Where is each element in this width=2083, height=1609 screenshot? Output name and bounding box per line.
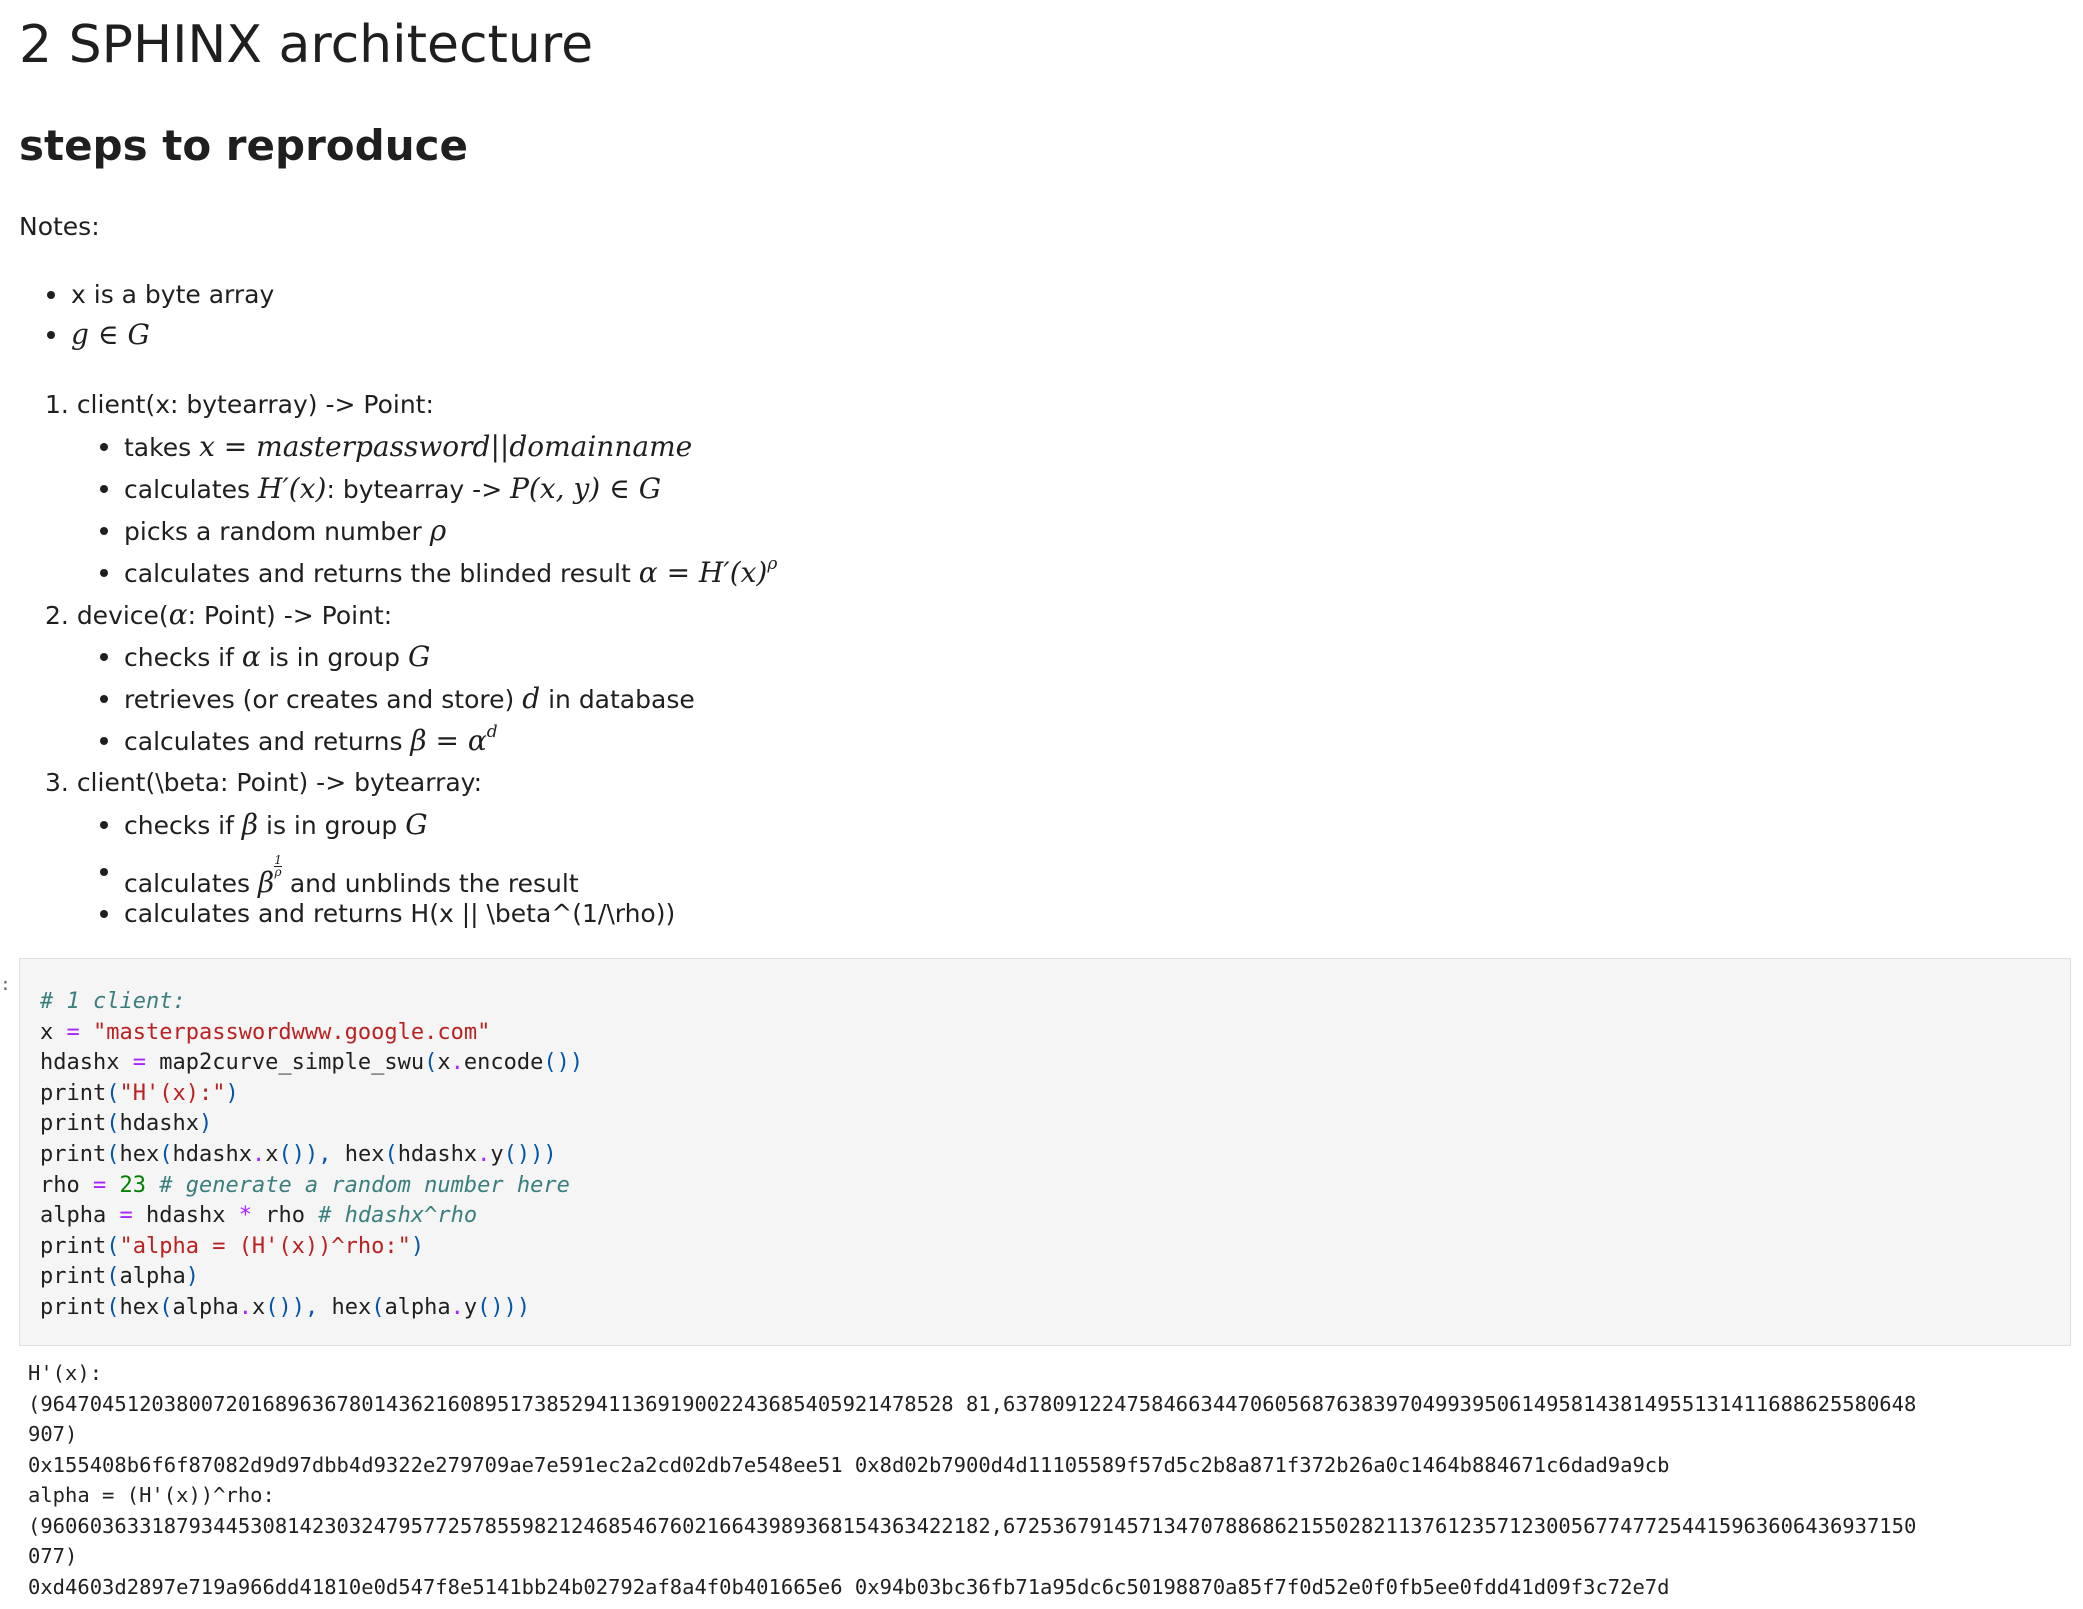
notebook: 2 SPHINX architecture steps to reproduce… — [0, 0, 2083, 1609]
code-editor[interactable]: # 1 client: x = "masterpasswordwww.googl… — [40, 987, 583, 1324]
step-2-title: 2. device(α: Point) -> Point: — [45, 598, 393, 631]
cell-output: H'(x): (96470451203800720168963678014362… — [28, 1358, 1916, 1602]
step-2-bullet-return: calculates and returns β = αd — [100, 722, 498, 757]
output-line: (964704512038007201689636780143621608951… — [28, 1391, 1917, 1416]
step-1-bullet-hash: calculates H′(x): bytearray -> P(x, y) ∈… — [99, 472, 662, 505]
step-1-bullet-takes: takes x = masterpassword||domainname — [99, 430, 693, 463]
subsection-heading: steps to reproduce — [19, 121, 468, 170]
cell-prompt: : — [0, 974, 11, 995]
notes-label: Notes: — [19, 212, 100, 241]
output-line: 077) — [28, 1544, 78, 1568]
output-line: alpha = (H'(x))^rho: — [28, 1483, 275, 1507]
step-2-bullet-check: checks if α is in group G — [99, 640, 431, 673]
step-3-bullet-check: checks if β is in group G — [100, 808, 428, 841]
section-heading: 2 SPHINX architecture — [19, 15, 594, 75]
step-3-bullet-return: calculates and returns H(x || \beta^(1/\… — [99, 897, 675, 931]
output-line: (960603633187934453081423032479577257855… — [28, 1513, 1917, 1538]
step-1-title: 1. client(x: bytearray) -> Point: — [45, 390, 434, 419]
note-item-byte-array: x is a byte array — [46, 278, 274, 312]
code-cell[interactable]: # 1 client: x = "masterpasswordwww.googl… — [19, 958, 2071, 1346]
output-line: 907) — [28, 1422, 78, 1446]
note-item-group: g ∈ G — [47, 318, 150, 351]
step-3-bullet-unblind: calculates β1ρ and unblinds the result — [100, 853, 579, 899]
step-1-bullet-blind: calculates and returns the blinded resul… — [99, 554, 778, 589]
output-line: 0xd4603d2897e719a966dd41810e0d547f8e5141… — [28, 1574, 1670, 1599]
output-line: H'(x): — [28, 1361, 103, 1385]
output-line: 0x155408b6f6f87082d9d97dbb4d9322e279709a… — [28, 1452, 1670, 1477]
step-2-bullet-retrieve: retrieves (or creates and store) d in da… — [100, 682, 695, 715]
step-1-bullet-random: picks a random number ρ — [99, 514, 447, 547]
step-3-title: 3. client(\beta: Point) -> bytearray: — [45, 768, 483, 797]
